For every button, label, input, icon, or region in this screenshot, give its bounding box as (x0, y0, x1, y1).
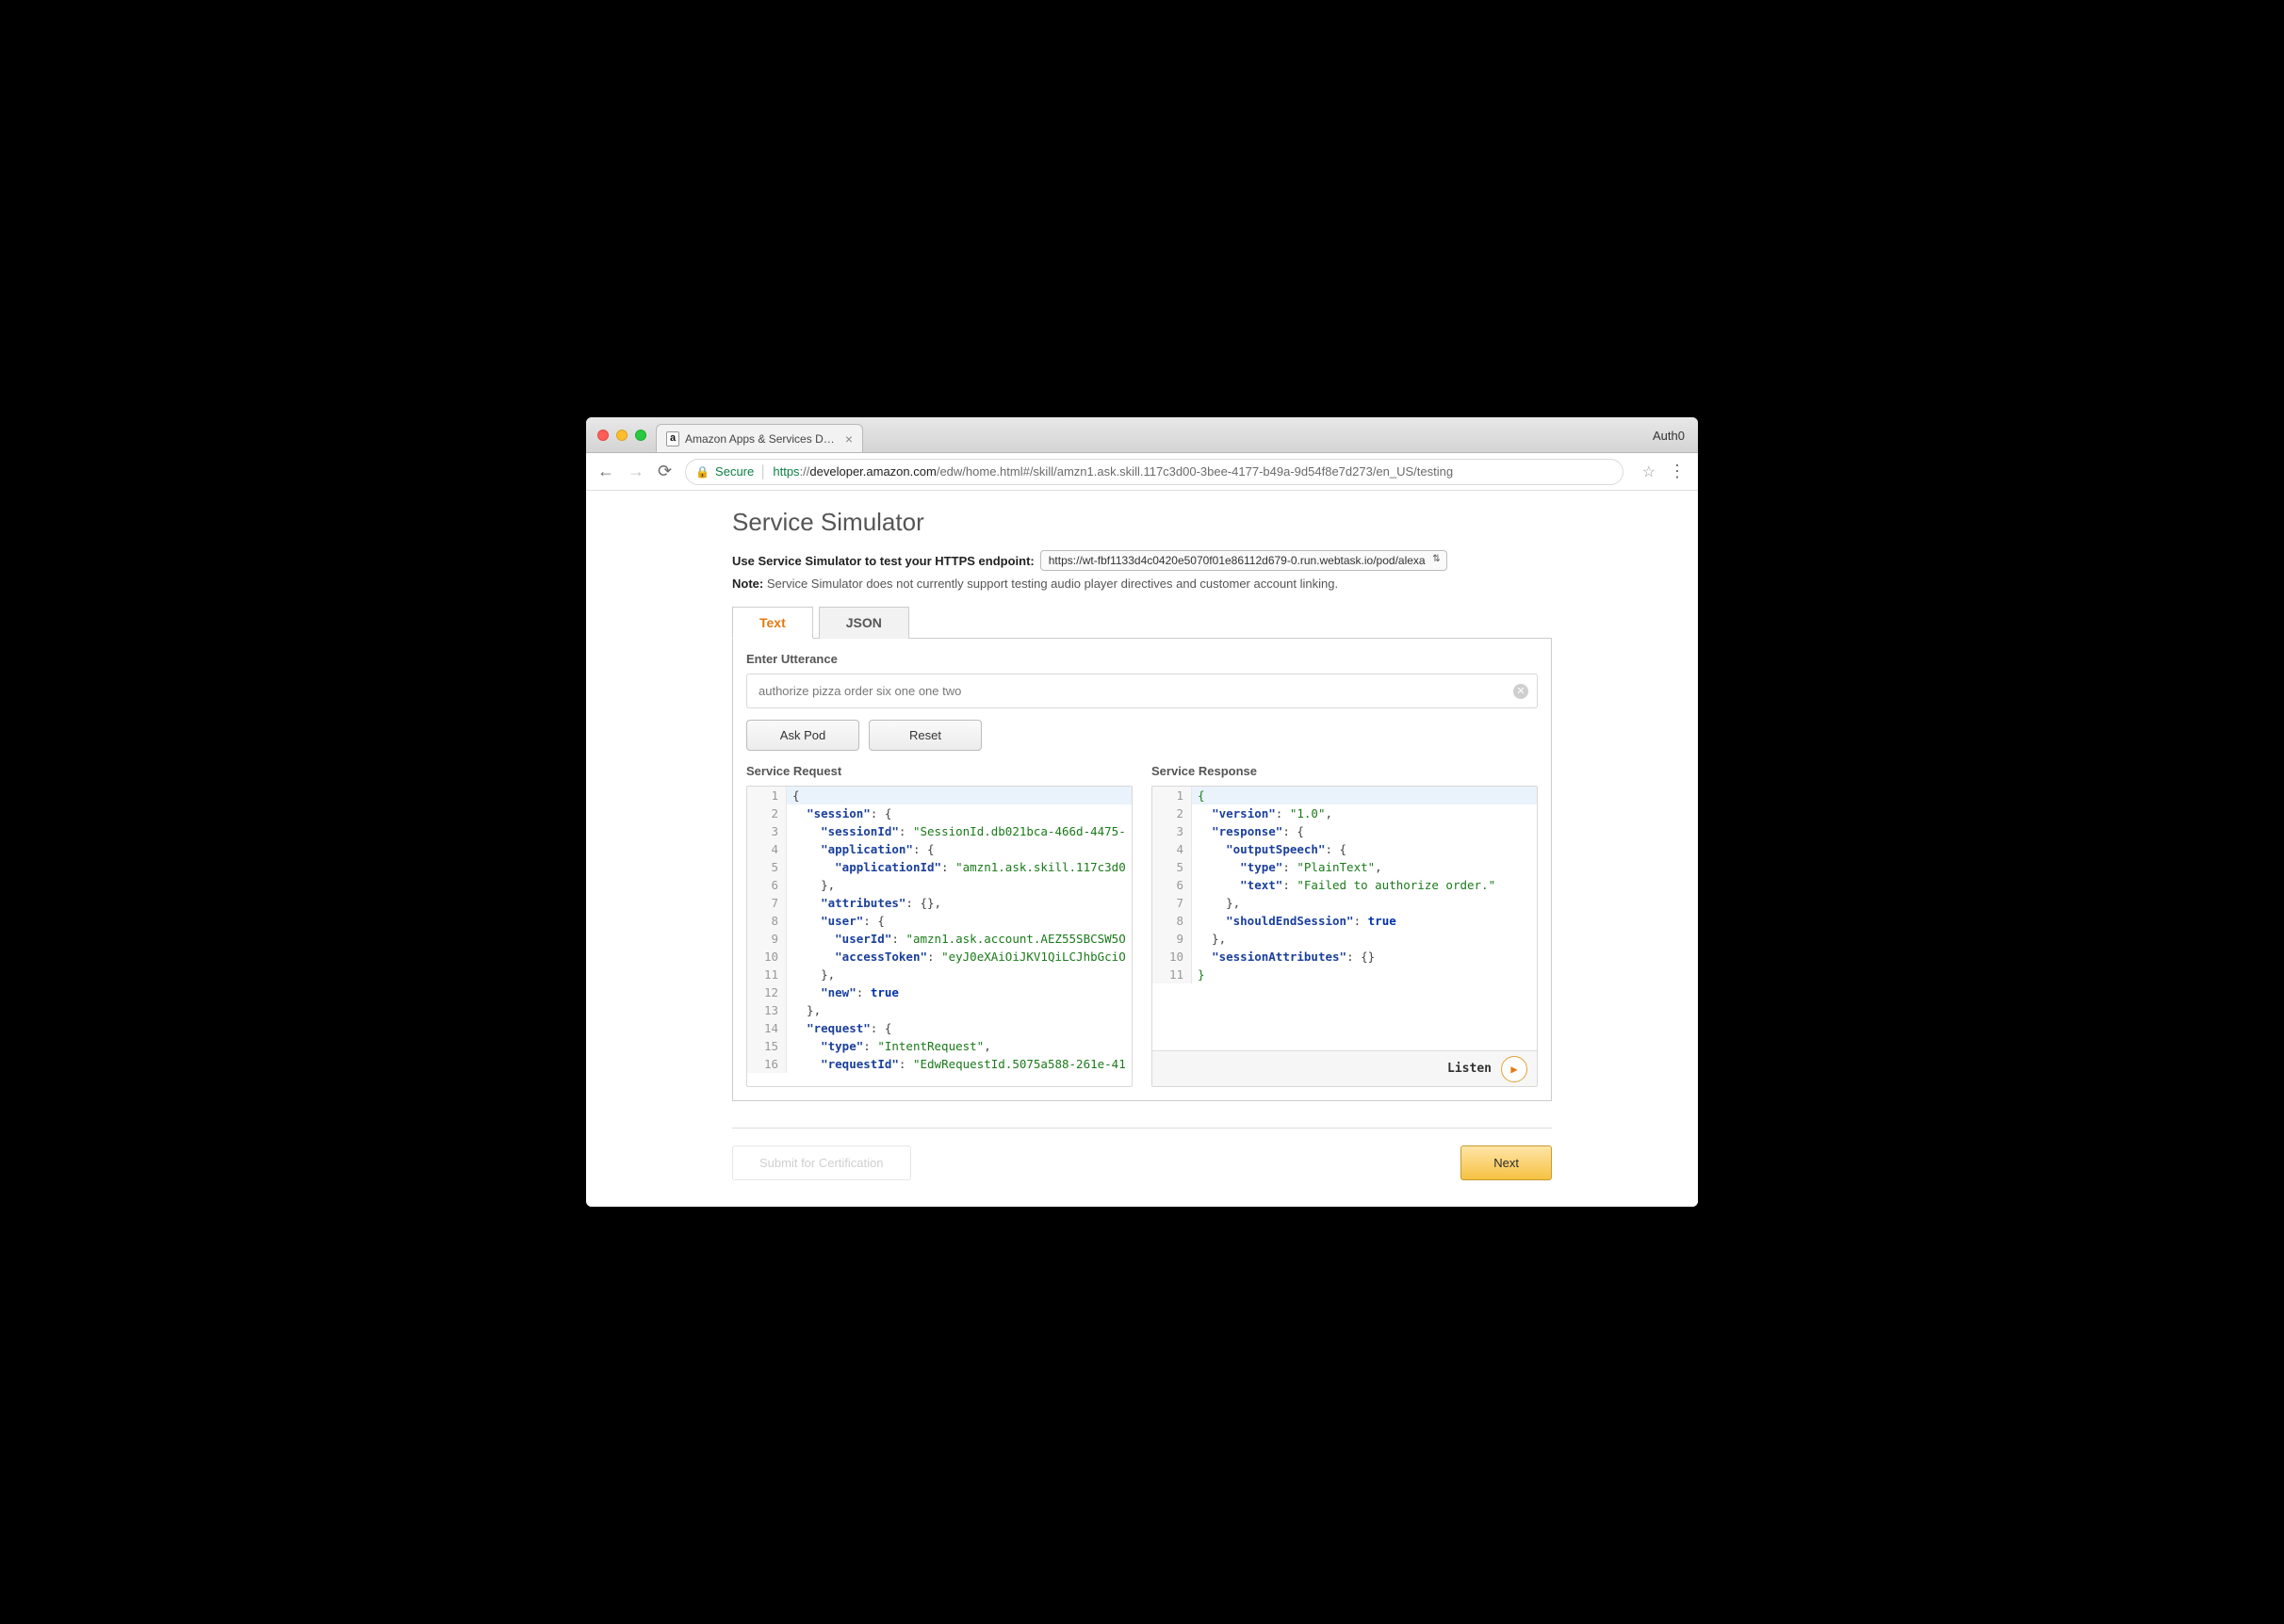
code-line: 16 "requestId": "EdwRequestId.5075a588-2… (747, 1055, 1132, 1073)
simulator-panel: Enter Utterance authorize pizza order si… (732, 639, 1552, 1101)
code-line: 4 "outputSpeech": { (1152, 840, 1537, 858)
browser-window: Amazon Apps & Services Deve × Auth0 ← → … (586, 417, 1698, 1207)
listen-bar: Listen ▶ (1152, 1050, 1537, 1086)
code-line: 5 "applicationId": "amzn1.ask.skill.117c… (747, 858, 1132, 876)
back-icon[interactable]: ← (597, 462, 614, 481)
browser-tab[interactable]: Amazon Apps & Services Deve × (656, 424, 863, 452)
code-line: 11} (1152, 966, 1537, 983)
ask-button[interactable]: Ask Pod (746, 720, 859, 751)
note-text: Service Simulator does not currently sup… (767, 577, 1338, 591)
next-button[interactable]: Next (1460, 1145, 1552, 1180)
response-title: Service Response (1151, 764, 1538, 778)
code-line: 7 "attributes": {}, (747, 894, 1132, 912)
reset-button[interactable]: Reset (869, 720, 982, 751)
lock-icon: 🔒 (695, 465, 710, 479)
close-tab-icon[interactable]: × (845, 431, 853, 447)
utterance-label: Enter Utterance (746, 652, 1538, 666)
reload-icon[interactable]: ⟳ (658, 462, 672, 481)
simulator-tabs: Text JSON (732, 606, 1552, 639)
utterance-input[interactable]: authorize pizza order six one one two (746, 674, 1538, 708)
window-controls (586, 430, 646, 441)
tab-text[interactable]: Text (732, 607, 813, 639)
tab-json[interactable]: JSON (819, 607, 909, 639)
forward-icon: → (628, 462, 644, 481)
endpoint-select[interactable]: https://wt-fbf1133d4c0420e5070f01e86112d… (1040, 550, 1447, 571)
secure-label: Secure (715, 464, 754, 479)
code-line: 6 }, (747, 876, 1132, 894)
titlebar: Amazon Apps & Services Deve × Auth0 (586, 417, 1698, 453)
code-line: 14 "request": { (747, 1019, 1132, 1037)
note-label: Note: (732, 577, 763, 591)
amazon-favicon-icon (666, 432, 679, 446)
close-window-icon[interactable] (597, 430, 609, 441)
code-line: 12 "new": true (747, 983, 1132, 1001)
code-line: 6 "text": "Failed to authorize order." (1152, 876, 1537, 894)
footer-actions: Submit for Certification Next (732, 1128, 1552, 1180)
code-line: 2 "version": "1.0", (1152, 804, 1537, 822)
code-line: 8 "shouldEndSession": true (1152, 912, 1537, 930)
code-line: 3 "response": { (1152, 822, 1537, 840)
code-line: 15 "type": "IntentRequest", (747, 1037, 1132, 1055)
browser-toolbar: ← → ⟳ 🔒 Secure │ https://developer.amazo… (586, 453, 1698, 491)
code-line: 9 "userId": "amzn1.ask.account.AEZ55SBCS… (747, 930, 1132, 948)
code-line: 4 "application": { (747, 840, 1132, 858)
endpoint-row: Use Service Simulator to test your HTTPS… (732, 550, 1552, 571)
response-code-viewer[interactable]: 1{2 "version": "1.0",3 "response": {4 "o… (1151, 786, 1538, 1087)
code-line: 2 "session": { (747, 804, 1132, 822)
code-line: 5 "type": "PlainText", (1152, 858, 1537, 876)
code-line: 7 }, (1152, 894, 1537, 912)
code-line: 3 "sessionId": "SessionId.db021bca-466d-… (747, 822, 1132, 840)
request-title: Service Request (746, 764, 1133, 778)
listen-label: Listen (1447, 1062, 1492, 1076)
submit-certification-button[interactable]: Submit for Certification (732, 1145, 911, 1180)
page-title: Service Simulator (732, 508, 1552, 537)
clear-input-icon[interactable]: ✕ (1513, 684, 1528, 699)
request-code-viewer[interactable]: 1{2 "session": {3 "sessionId": "SessionI… (746, 786, 1133, 1087)
address-separator: │ (759, 464, 767, 479)
maximize-window-icon[interactable] (635, 430, 646, 441)
bookmark-star-icon[interactable]: ☆ (1642, 463, 1656, 481)
code-line: 9 }, (1152, 930, 1537, 948)
code-line: 11 }, (747, 966, 1132, 983)
note-row: Note: Service Simulator does not current… (732, 577, 1552, 591)
profile-badge[interactable]: Auth0 (1653, 417, 1685, 453)
page-content: Service Simulator Use Service Simulator … (586, 491, 1698, 1207)
url-text: https://developer.amazon.com/edw/home.ht… (773, 464, 1453, 479)
code-line: 10 "accessToken": "eyJ0eXAiOiJKV1QiLCJhb… (747, 948, 1132, 966)
code-line: 13 }, (747, 1001, 1132, 1019)
code-line: 1{ (747, 787, 1132, 804)
code-line: 10 "sessionAttributes": {} (1152, 948, 1537, 966)
play-icon[interactable]: ▶ (1501, 1056, 1527, 1082)
minimize-window-icon[interactable] (616, 430, 628, 441)
code-line: 8 "user": { (747, 912, 1132, 930)
tab-title: Amazon Apps & Services Deve (685, 432, 836, 446)
endpoint-label: Use Service Simulator to test your HTTPS… (732, 554, 1035, 568)
code-line: 1{ (1152, 787, 1537, 804)
address-bar[interactable]: 🔒 Secure │ https://developer.amazon.com/… (685, 459, 1623, 485)
menu-kebab-icon[interactable]: ⋮ (1669, 462, 1687, 481)
